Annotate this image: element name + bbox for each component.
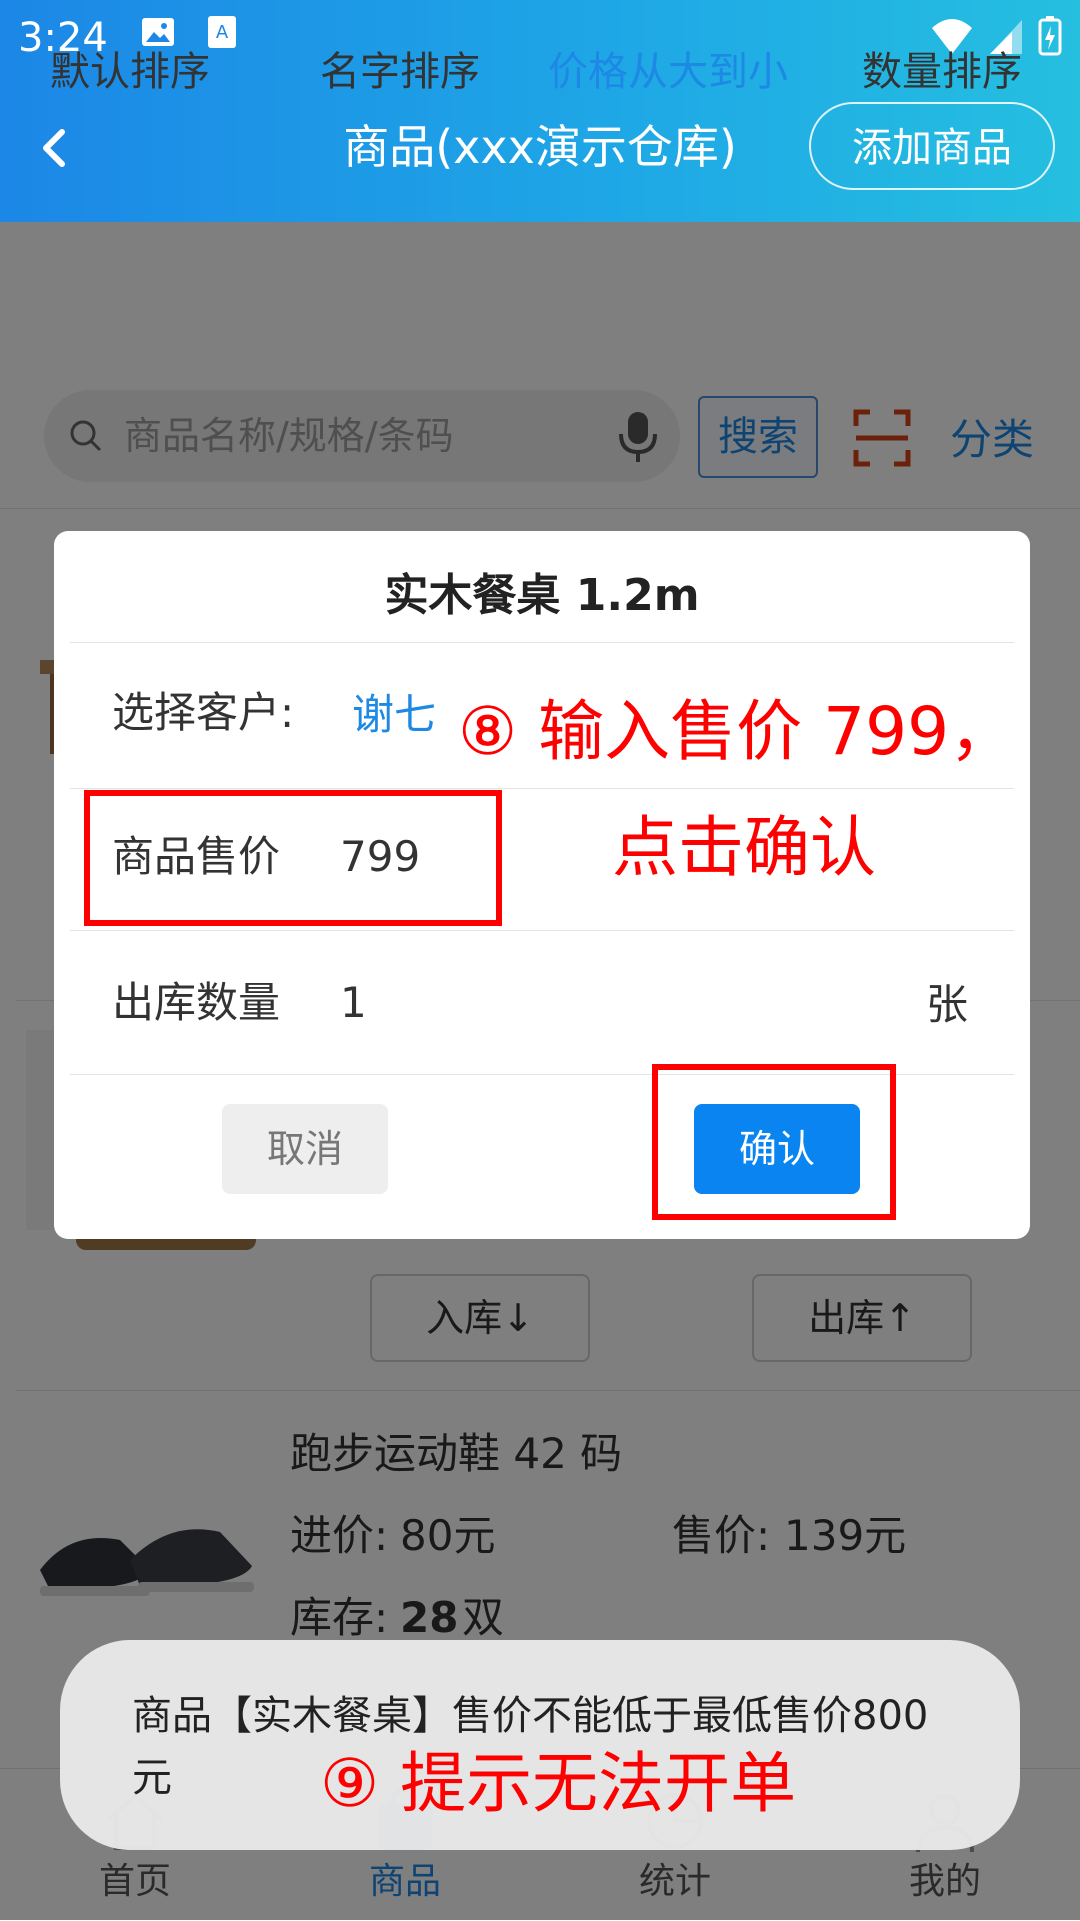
cancel-button[interactable]: 取消 [222,1104,388,1194]
add-goods-button[interactable]: 添加商品 [809,102,1055,190]
quantity-label: 出库数量 [112,978,281,1027]
quantity-unit: 张 [926,980,969,1029]
sort-by-quantity[interactable]: 数量排序 [862,44,1022,100]
annotation-step-8-action: 点击确认 [612,809,876,886]
battery-icon [1038,16,1062,56]
quantity-input[interactable]: 1 [340,974,367,1032]
app-notification-icon: A [206,14,238,54]
sort-default[interactable]: 默认排序 [50,44,210,100]
price-highlight-box [84,790,502,926]
sort-by-price-desc[interactable]: 价格从大到小 [548,44,788,100]
confirm-highlight-box [652,1064,896,1220]
annotation-step-8: ⑧ 输入售价 799， [458,693,1016,770]
svg-text:A: A [216,22,229,43]
customer-value[interactable]: 谢七 [352,686,436,744]
annotation-step-9: ⑨ 提示无法开单 [320,1745,797,1822]
dialog-divider [70,788,1014,789]
dialog-divider [70,642,1014,643]
sort-by-name[interactable]: 名字排序 [320,44,480,100]
customer-label: 选择客户: [112,688,295,737]
dialog-divider [70,930,1014,931]
dialog-title: 实木餐桌 1.2m [384,570,700,621]
